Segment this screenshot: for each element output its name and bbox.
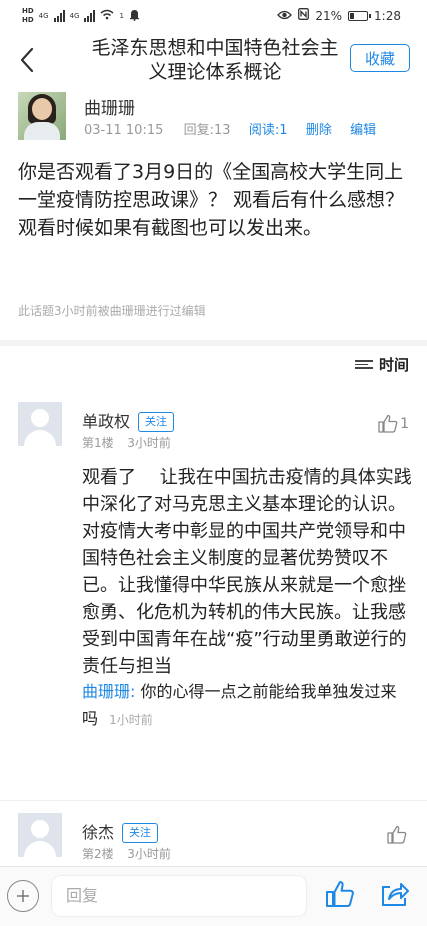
reply-item: 曲珊珊: 你的心得一点之前能给我单独发过来吗 1小时前 — [82, 678, 412, 734]
sort-icon — [354, 360, 373, 369]
sort-label: 时间 — [378, 356, 409, 374]
follow-button[interactable]: 关注 — [122, 823, 159, 843]
reply-time: 1小时前 — [109, 713, 153, 727]
like-count: 1 — [400, 415, 409, 432]
post-date: 03-11 10:15 — [84, 123, 164, 138]
bottom-bar: 回复 — [0, 866, 427, 926]
signal-label-2: 4G — [69, 12, 80, 20]
status-bar: HD HD 4G 4G 1 21% 1:28 — [0, 0, 427, 32]
comment-body: 观看了 让我在中国抗击疫情的具体实践中深化了对马克思主义基本理论的认识。对疫情大… — [82, 467, 412, 677]
like-button[interactable] — [325, 880, 357, 912]
signal-icon-2 — [84, 10, 96, 22]
post-body: 你是否观看了3月9日的《全国高校大学生同上一堂疫情防控思政课》？ 观看后有什么感… — [18, 161, 405, 239]
commenter-name[interactable]: 徐杰 — [82, 823, 114, 842]
reply-count: 回复:13 — [183, 123, 231, 138]
comment-item: 单政权 关注 第1楼 3小时前 1 观看了 让我在中国抗击疫情的具体实践中深化了对… — [0, 402, 427, 792]
comment-author: 徐杰 关注 — [82, 819, 159, 843]
back-button[interactable] — [12, 42, 42, 78]
comment-time: 3小时前 — [127, 847, 171, 861]
thumb-up-icon — [326, 881, 354, 907]
clock: 1:28 — [374, 8, 401, 23]
floor-number: 第2楼 — [82, 847, 114, 861]
add-icon — [17, 890, 29, 902]
comment-author: 单政权 关注 — [82, 408, 175, 432]
wifi-icon — [100, 9, 114, 23]
sort-button[interactable]: 时间 — [354, 354, 409, 375]
reply-input[interactable]: 回复 — [51, 875, 307, 917]
share-button[interactable] — [380, 880, 412, 912]
edit-link[interactable]: 编辑 — [350, 123, 376, 138]
delete-link[interactable]: 删除 — [306, 123, 332, 138]
avatar[interactable] — [18, 92, 66, 140]
status-right: 21% 1:28 — [277, 8, 401, 23]
reply-author[interactable]: 曲珊珊: — [82, 682, 135, 701]
hotspot-label: 1 — [119, 12, 124, 20]
comment-like-button[interactable]: 1 — [378, 414, 409, 433]
page-header: 毛泽东思想和中国特色社会主义理论体系概论 收藏 — [0, 32, 427, 88]
edit-note: 此话题3小时前被曲珊珊进行过编辑 — [18, 304, 206, 318]
signal-icon — [53, 10, 65, 22]
thumb-up-icon — [378, 414, 398, 433]
post-author[interactable]: 曲珊珊 — [84, 94, 135, 119]
avatar[interactable] — [18, 813, 62, 857]
collect-button[interactable]: 收藏 — [350, 44, 410, 72]
status-left: HD HD 4G 4G 1 — [22, 7, 140, 25]
nfc-icon — [298, 8, 310, 23]
thumb-up-icon — [387, 825, 407, 844]
share-icon — [382, 883, 409, 906]
sort-bar: 时间 — [0, 346, 427, 386]
post-header: 曲珊珊 03-11 10:15 回复:13 阅读:1 删除 编辑 — [0, 90, 427, 146]
page-title: 毛泽东思想和中国特色社会主义理论体系概论 — [91, 37, 339, 83]
alarm-icon — [129, 9, 140, 24]
battery-percent: 21% — [315, 8, 343, 23]
comment-item: 徐杰 关注 第2楼 3小时前 — [0, 813, 427, 866]
comment-time: 3小时前 — [127, 436, 171, 450]
avatar[interactable] — [18, 402, 62, 446]
signal-label-1: 4G — [38, 12, 49, 20]
network-hd-2: HD — [22, 16, 34, 24]
back-icon — [20, 47, 34, 73]
follow-button[interactable]: 关注 — [138, 412, 175, 432]
comment-meta: 第2楼 3小时前 — [82, 845, 171, 862]
comment-divider — [0, 800, 427, 801]
network-hd-1: HD — [22, 7, 34, 15]
comment-like-button[interactable] — [387, 825, 409, 844]
add-button[interactable] — [7, 880, 39, 912]
post-meta: 03-11 10:15 回复:13 阅读:1 删除 编辑 — [84, 119, 376, 138]
comment-meta: 第1楼 3小时前 — [82, 434, 171, 451]
commenter-name[interactable]: 单政权 — [82, 412, 130, 431]
eye-icon — [277, 9, 293, 23]
read-count[interactable]: 阅读:1 — [249, 123, 288, 138]
floor-number: 第1楼 — [82, 436, 114, 450]
battery-icon — [348, 10, 372, 21]
